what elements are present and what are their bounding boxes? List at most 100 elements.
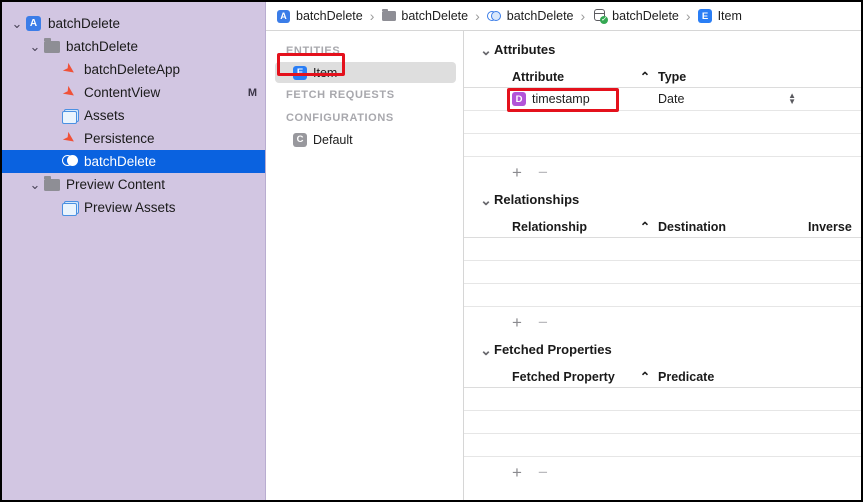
navigator-row-batchdelete[interactable]: batchDelete <box>2 150 265 173</box>
navigator-row-label: Assets <box>84 108 125 123</box>
navigator-row-label: Persistence <box>84 131 155 146</box>
breadcrumb-item-batchdelete[interactable]: batchDelete <box>381 8 469 24</box>
entities-row-label: Item <box>313 65 338 80</box>
table-row-empty[interactable] <box>464 434 861 457</box>
remove-button[interactable]: − <box>538 314 548 331</box>
asset-catalog-icon <box>60 108 79 124</box>
table-header: Relationship ⌃ Destination Inverse <box>464 216 861 238</box>
editor-area: AbatchDelete › batchDelete › batchDelete › ✓ ba… <box>266 2 861 500</box>
breadcrumb-item-batchdelete[interactable]: batchDelete <box>486 9 574 24</box>
breadcrumb-item-label: batchDelete <box>401 9 469 23</box>
swift-file-icon: ➤ <box>59 127 80 150</box>
add-remove-controls: + − <box>464 307 861 331</box>
navigator-row-contentview[interactable]: ➤ ContentView M <box>2 81 265 104</box>
navigator-row-batchdelete[interactable]: ⌄ AbatchDelete <box>2 12 265 35</box>
entities-row-item[interactable]: E Item <box>275 62 456 83</box>
breadcrumb-separator: › <box>475 8 480 24</box>
section-title-label: Fetched Properties <box>494 342 612 357</box>
column-header-relationship[interactable]: Relationship <box>512 220 632 234</box>
entities-section-header: FETCH REQUESTS <box>286 89 395 101</box>
breadcrumb-separator: › <box>685 8 691 24</box>
breadcrumb-item-batchdelete[interactable]: AbatchDelete <box>276 9 363 24</box>
table-row-empty[interactable] <box>464 111 861 134</box>
entity-icon: E <box>698 9 713 24</box>
model-detail-pane[interactable]: ⌄ Attributes Attribute ⌃ Type Dtimestamp Date ▲… <box>464 31 861 500</box>
app-icon: A <box>24 16 43 32</box>
sort-ascending-icon[interactable]: ⌃ <box>632 69 658 84</box>
swift-file-icon: ➤ <box>59 81 80 104</box>
breadcrumb[interactable]: AbatchDelete › batchDelete › batchDelete › ✓ ba… <box>266 2 861 31</box>
column-header-destination[interactable]: Destination <box>658 220 808 234</box>
add-remove-controls: + − <box>464 157 861 181</box>
project-navigator[interactable]: ⌄ AbatchDelete ⌄ batchDelete ➤ batchDeleteApp… <box>2 2 266 500</box>
xcode-window: ⌄ AbatchDelete ⌄ batchDelete ➤ batchDeleteApp… <box>0 0 863 502</box>
column-header-inverse[interactable]: Inverse <box>808 220 861 234</box>
add-button[interactable]: + <box>512 164 522 181</box>
attribute-type-cell[interactable]: Date ▲ ▼ <box>658 92 808 107</box>
attribute-name-label: timestamp <box>532 92 590 106</box>
table-row-empty[interactable] <box>464 238 861 261</box>
remove-button[interactable]: − <box>538 464 548 481</box>
navigator-row-label: batchDelete <box>84 154 157 169</box>
section-title-row[interactable]: ⌄ Relationships <box>464 181 861 216</box>
navigator-row-label: ContentView <box>84 85 161 100</box>
table-row-empty[interactable] <box>464 388 861 411</box>
navigator-row-label: Preview Content <box>66 177 166 192</box>
add-remove-controls: + − <box>464 457 861 481</box>
navigator-row-persistence[interactable]: ➤ Persistence <box>2 127 265 150</box>
table-row[interactable]: Dtimestamp Date ▲ ▼ <box>464 88 861 111</box>
chevron-down-icon[interactable]: ⌄ <box>478 343 494 357</box>
section-title-row[interactable]: ⌄ Fetched Properties <box>464 331 861 366</box>
sort-ascending-icon[interactable]: ⌃ <box>632 369 658 384</box>
table-row-empty[interactable] <box>464 284 861 307</box>
navigator-row-preview-assets[interactable]: Preview Assets <box>2 196 265 219</box>
column-header-attribute[interactable]: Attribute <box>512 70 632 84</box>
table-row-empty[interactable] <box>464 411 861 434</box>
column-header-type[interactable]: Type <box>658 70 808 84</box>
detail-section-fetched-properties: ⌄ Fetched Properties Fetched Property ⌃ Pred… <box>464 331 861 481</box>
breadcrumb-separator: › <box>369 8 375 24</box>
chevron-down-icon[interactable]: ⌄ <box>28 178 42 191</box>
table-header: Fetched Property ⌃ Predicate <box>464 366 861 388</box>
navigator-row-preview-content[interactable]: ⌄ Preview Content <box>2 173 265 196</box>
section-title-label: Relationships <box>494 192 580 207</box>
table-row-empty[interactable] <box>464 134 861 157</box>
add-button[interactable]: + <box>512 314 522 331</box>
entities-section-header: CONFIGURATIONS <box>286 112 394 124</box>
asset-catalog-icon <box>60 200 79 216</box>
sort-ascending-icon[interactable]: ⌃ <box>632 219 658 234</box>
navigator-row-label: Preview Assets <box>84 200 176 215</box>
persistent-store-icon: ✓ <box>592 9 608 24</box>
entities-row-default[interactable]: C Default <box>275 129 456 150</box>
navigator-row-label: batchDeleteApp <box>84 62 181 77</box>
folder-icon <box>42 175 61 193</box>
entities-row-label: Default <box>313 132 353 147</box>
scm-status-badge: M <box>247 86 257 99</box>
navigator-row-batchdelete[interactable]: ⌄ batchDelete <box>2 35 265 58</box>
section-title-label: Attributes <box>494 42 556 57</box>
navigator-row-label: batchDelete <box>48 16 121 31</box>
entities-section-header: ENTITIES <box>286 45 341 57</box>
attribute-type-badge-icon: D <box>512 92 526 106</box>
attribute-name-cell[interactable]: Dtimestamp <box>512 92 632 106</box>
chevron-down-icon[interactable]: ⌄ <box>10 17 24 30</box>
navigator-row-batchdeleteapp[interactable]: ➤ batchDeleteApp <box>2 58 265 81</box>
chevron-down-icon[interactable]: ⌄ <box>28 40 42 53</box>
column-header-fetched-property[interactable]: Fetched Property <box>512 370 632 384</box>
entities-outline-pane[interactable]: ENTITIES E Item FETCH REQUESTS CONFIGURATION… <box>266 31 464 500</box>
breadcrumb-item-batchdelete[interactable]: ✓ batchDelete <box>592 9 679 24</box>
chevron-down-icon[interactable]: ⌄ <box>478 43 494 57</box>
remove-button[interactable]: − <box>538 164 548 181</box>
navigator-row-assets[interactable]: Assets <box>2 104 265 127</box>
breadcrumb-item-item[interactable]: E Item <box>698 9 742 24</box>
coredata-model-icon <box>486 9 502 24</box>
add-button[interactable]: + <box>512 464 522 481</box>
attribute-type-value: Date <box>658 92 685 106</box>
chevron-down-icon[interactable]: ⌄ <box>478 193 494 207</box>
type-popup-stepper-icon[interactable]: ▲ ▼ <box>788 92 796 106</box>
breadcrumb-item-label: Item <box>717 9 742 23</box>
table-header: Attribute ⌃ Type <box>464 66 861 88</box>
column-header-predicate[interactable]: Predicate <box>658 370 808 384</box>
table-row-empty[interactable] <box>464 261 861 284</box>
section-title-row[interactable]: ⌄ Attributes <box>464 31 861 66</box>
